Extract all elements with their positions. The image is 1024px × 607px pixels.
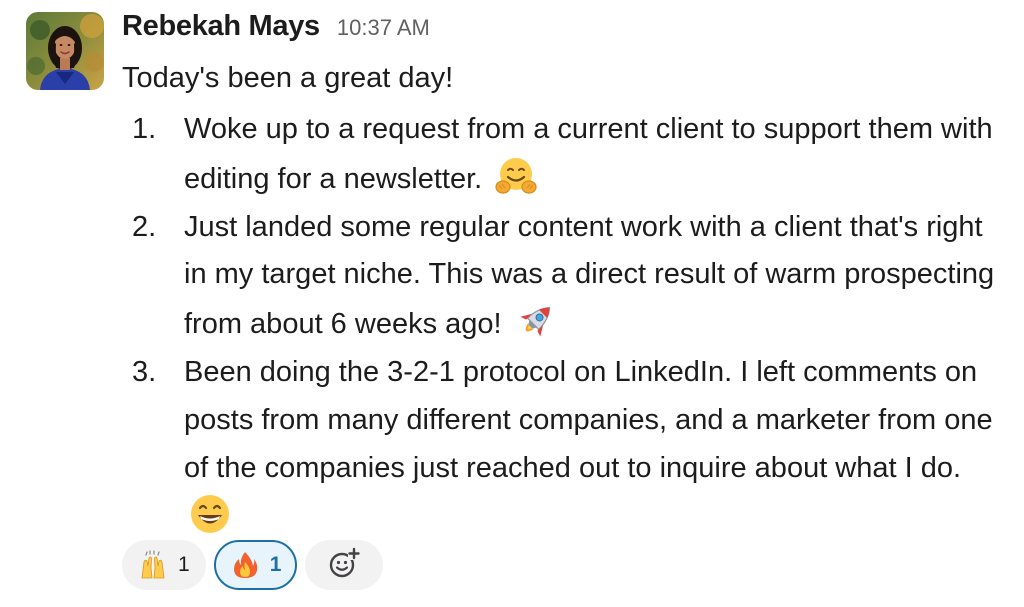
message-list: 1. Woke up to a request from a current c… <box>122 106 1002 542</box>
list-item-number: 2. <box>132 210 157 243</box>
reaction-count: 1 <box>178 553 190 576</box>
reaction-raised-hands[interactable]: 1 <box>122 540 206 590</box>
message-header: Rebekah Mays 10:37 AM <box>122 10 430 50</box>
add-reaction-button[interactable] <box>305 540 384 590</box>
sender-name[interactable]: Rebekah Mays <box>122 10 320 43</box>
list-item: 1. Woke up to a request from a current c… <box>122 106 1002 204</box>
chat-message: Rebekah Mays 10:37 AM Today's been a gre… <box>0 0 1024 607</box>
reactions-bar: 1 1 <box>122 540 384 590</box>
fire-icon <box>230 550 260 580</box>
message-timestamp[interactable]: 10:37 AM <box>337 15 430 41</box>
hugging-face-emoji-icon <box>494 154 538 198</box>
list-item-number: 1. <box>132 113 157 145</box>
rocket-emoji-icon <box>514 299 558 343</box>
message-intro: Today's been a great day! <box>122 62 454 94</box>
avatar[interactable] <box>26 12 104 90</box>
list-item-text: Woke up to a request from a current clie… <box>184 113 993 195</box>
reaction-fire[interactable]: 1 <box>213 540 298 590</box>
grinning-face-emoji-icon <box>188 492 232 536</box>
list-item-text: Been doing the 3-2-1 protocol on LinkedI… <box>184 355 993 484</box>
list-item-number: 3. <box>132 355 157 388</box>
avatar-image <box>26 12 104 90</box>
add-reaction-icon <box>328 547 361 584</box>
raised-hands-icon <box>138 550 168 580</box>
list-item-text: Just landed some regular content work wi… <box>184 210 995 341</box>
list-item: 3. Been doing the 3-2-1 protocol on Link… <box>122 349 1002 542</box>
list-item: 2. Just landed some regular content work… <box>122 204 1002 349</box>
reaction-count: 1 <box>269 553 282 576</box>
